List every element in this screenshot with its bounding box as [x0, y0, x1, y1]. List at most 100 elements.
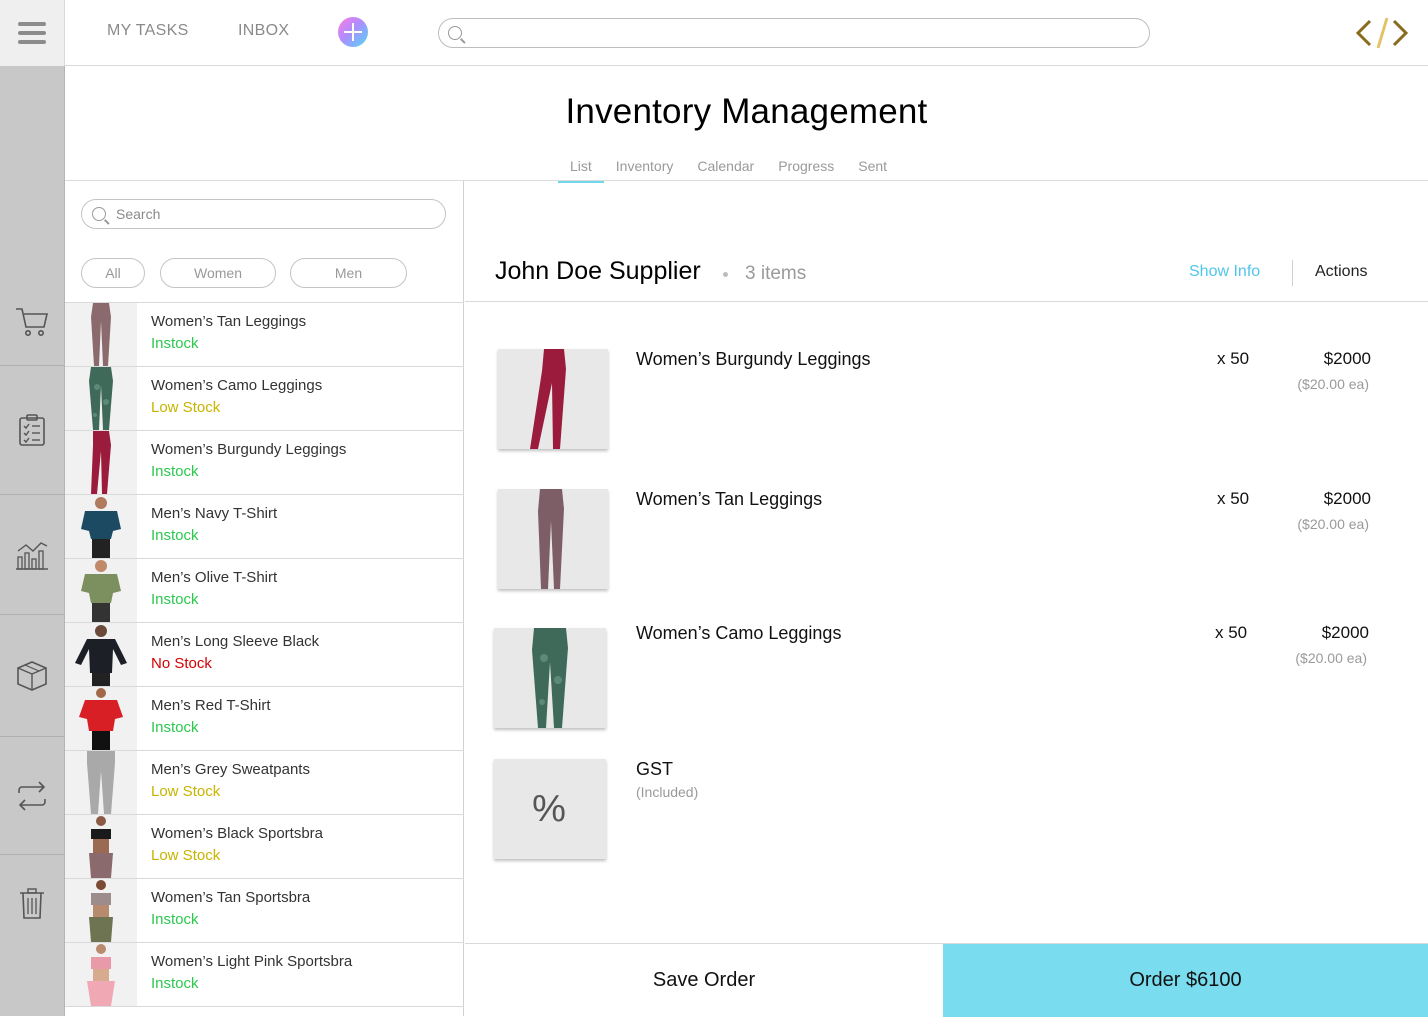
nav-inbox[interactable]: INBOX [238, 22, 289, 40]
list-item[interactable]: Men’s Long Sleeve Black No Stock [65, 623, 464, 687]
nav-my-tasks[interactable]: MY TASKS [107, 22, 189, 40]
trash-icon [20, 888, 44, 919]
list-search-box [81, 199, 446, 229]
gst-thumbnail: % [494, 759, 606, 859]
stock-status: Low Stock [151, 399, 221, 416]
order-line[interactable]: Women’s Tan Leggings x 50 $2000 ($20.00 … [465, 489, 1428, 599]
stock-status: Instock [151, 975, 199, 992]
product-thumbnail [65, 303, 137, 366]
transfer-icon [18, 780, 46, 811]
item-name: Women’s Burgundy Leggings [151, 441, 347, 458]
place-order-button[interactable]: Order $6100 [943, 944, 1428, 1017]
sidebar-item-reports[interactable] [0, 495, 64, 615]
list-item[interactable]: Men’s Grey Sweatpants Low Stock [65, 751, 464, 815]
order-line-name: Women’s Camo Leggings [636, 623, 842, 643]
product-thumbnail [65, 431, 137, 494]
chart-icon [16, 541, 48, 570]
list-item[interactable]: Women’s Black Sportsbra Low Stock [65, 815, 464, 879]
order-line-total: $2000 [1321, 623, 1369, 642]
item-name: Men’s Grey Sweatpants [151, 761, 310, 778]
percent-icon: % [532, 787, 566, 830]
header-separator [1292, 260, 1293, 286]
filter-all[interactable]: All [81, 258, 145, 288]
menu-button[interactable] [0, 0, 65, 66]
search-icon [92, 207, 106, 221]
order-header: John Doe Supplier 3 items Show Info Acti… [465, 181, 1428, 302]
add-button[interactable] [338, 17, 368, 47]
order-footer: Save Order Order $6100 [465, 943, 1428, 1017]
order-line-thumbnail [498, 349, 608, 449]
order-line-quantity[interactable]: x 50 [1215, 623, 1247, 643]
stock-status: Instock [151, 527, 199, 544]
code-icon[interactable] [1354, 15, 1410, 51]
product-thumbnail [65, 815, 137, 878]
product-thumbnail [65, 559, 137, 622]
actions-menu[interactable]: Actions [1315, 263, 1367, 281]
order-line-name: Women’s Tan Leggings [636, 489, 823, 509]
list-item[interactable]: Women’s Light Pink Sportsbra Instock [65, 943, 464, 1007]
top-bar: MY TASKS INBOX [0, 0, 1428, 66]
order-line-thumbnail [498, 489, 608, 589]
separator-dot [723, 272, 728, 277]
sidebar-item-orders[interactable] [0, 66, 64, 366]
product-list: Women’s Tan Leggings Instock Women’s Camo… [65, 302, 464, 1007]
top-search-box [438, 18, 1150, 48]
top-search-input[interactable] [469, 23, 1139, 43]
product-search-input[interactable] [116, 204, 436, 224]
hamburger-icon [18, 22, 46, 44]
item-name: Women’s Tan Leggings [151, 313, 307, 330]
gst-note: (Included) [636, 784, 699, 800]
item-name: Women’s Camo Leggings [151, 377, 323, 394]
order-line-total: $2000 [1323, 349, 1371, 368]
item-name: Men’s Red T-Shirt [151, 697, 271, 714]
product-thumbnail [65, 943, 137, 1006]
save-order-button[interactable]: Save Order [465, 944, 943, 1017]
item-name: Men’s Navy T-Shirt [151, 505, 278, 522]
filter-men[interactable]: Men [290, 258, 407, 288]
cart-icon [16, 308, 49, 336]
item-name: Women’s Light Pink Sportsbra [151, 953, 353, 970]
stock-status: Instock [151, 911, 199, 928]
filter-women[interactable]: Women [160, 258, 276, 288]
stock-status: Instock [151, 719, 199, 736]
stock-status: No Stock [151, 655, 212, 672]
sidebar-item-trash[interactable] [0, 855, 64, 1016]
sidebar [0, 66, 65, 1016]
item-name: Men’s Olive T-Shirt [151, 569, 278, 586]
order-line-thumbnail [494, 628, 606, 728]
page-title: Inventory Management [565, 92, 928, 131]
order-line-quantity[interactable]: x 50 [1217, 489, 1249, 509]
stock-status: Instock [151, 335, 199, 352]
list-item[interactable]: Men’s Red T-Shirt Instock [65, 687, 464, 751]
order-line[interactable]: Women’s Burgundy Leggings x 50 $2000 ($2… [465, 349, 1428, 459]
list-item[interactable]: Women’s Tan Sportsbra Instock [65, 879, 464, 943]
list-item[interactable]: Men’s Olive T-Shirt Instock [65, 559, 464, 623]
gst-line: % GST (Included) [465, 759, 1428, 869]
product-thumbnail [65, 879, 137, 942]
order-line[interactable]: Women’s Camo Leggings x 50 $2000 ($20.00… [465, 623, 1428, 733]
list-item[interactable]: Men’s Navy T-Shirt Instock [65, 495, 464, 559]
box-icon [17, 660, 47, 691]
gst-label: GST [636, 759, 674, 779]
order-line-unit-price: ($20.00 ea) [1297, 376, 1369, 392]
sidebar-item-inventory[interactable] [0, 615, 64, 737]
supplier-name: John Doe Supplier [495, 257, 701, 285]
order-line-unit-price: ($20.00 ea) [1295, 650, 1367, 666]
item-name: Women’s Black Sportsbra [151, 825, 324, 842]
order-line-quantity[interactable]: x 50 [1217, 349, 1249, 369]
list-item[interactable]: Women’s Tan Leggings Instock [65, 303, 464, 367]
sidebar-item-transfers[interactable] [0, 737, 64, 855]
stock-status: Instock [151, 463, 199, 480]
stock-status: Instock [151, 591, 199, 608]
list-item[interactable]: Women’s Camo Leggings Low Stock [65, 367, 464, 431]
search-icon [448, 26, 462, 40]
show-info-link[interactable]: Show Info [1189, 263, 1260, 281]
list-item[interactable]: Women’s Burgundy Leggings Instock [65, 431, 464, 495]
stock-status: Low Stock [151, 783, 221, 800]
order-line-name: Women’s Burgundy Leggings [636, 349, 871, 369]
sidebar-item-tasks[interactable] [0, 366, 64, 495]
product-thumbnail [65, 367, 137, 430]
product-thumbnail [65, 623, 137, 686]
product-list-panel: All Women Men Women’s Tan Leggings Instoc… [65, 181, 464, 1016]
item-count: 3 items [745, 263, 807, 284]
